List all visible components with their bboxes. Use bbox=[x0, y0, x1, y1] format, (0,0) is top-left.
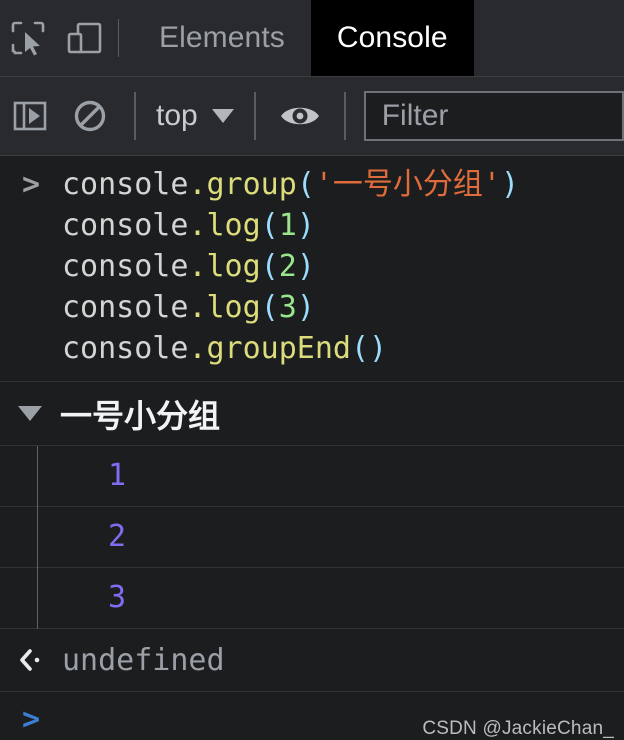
code-token: ) bbox=[501, 167, 520, 202]
input-gutter: > bbox=[0, 705, 62, 735]
code-token: 2 bbox=[278, 249, 297, 284]
code-token: ( bbox=[296, 167, 315, 202]
command-line: console.log(3) bbox=[62, 287, 624, 328]
code-token: .log bbox=[188, 290, 261, 325]
code-token: console bbox=[62, 331, 189, 366]
devtools-tabbar: Elements Console bbox=[0, 0, 624, 77]
command-line: console.group('一号小分组') bbox=[62, 164, 624, 205]
code-token: 3 bbox=[278, 290, 297, 325]
console-sidebar-icon[interactable] bbox=[0, 77, 60, 155]
console-toolbar: top Filter bbox=[0, 77, 624, 156]
live-expression-eye-icon[interactable] bbox=[270, 77, 330, 155]
console-log-row: 3 bbox=[0, 568, 624, 629]
code-token: .log bbox=[188, 208, 261, 243]
tab-console[interactable]: Console bbox=[310, 0, 474, 76]
command-source-lines: console.group('一号小分组') console.log(1) cons… bbox=[62, 164, 624, 369]
console-command-echo[interactable]: > console.group('一号小分组') console.log(1) co… bbox=[0, 156, 624, 382]
code-token: .group bbox=[188, 167, 297, 202]
chevron-down-icon bbox=[211, 109, 234, 123]
console-group-entries: 1 2 3 bbox=[0, 446, 624, 629]
inspect-element-icon[interactable] bbox=[0, 0, 56, 76]
console-toolbar-divider-2 bbox=[253, 92, 256, 140]
execution-context-label: top bbox=[156, 99, 198, 132]
code-token: .log bbox=[188, 249, 261, 284]
devtools-window: Elements Console top Filter > console.gr… bbox=[0, 0, 624, 740]
code-token: '一号小分组' bbox=[314, 167, 501, 202]
command-gutter: > bbox=[0, 164, 62, 369]
device-toolbar-icon[interactable] bbox=[56, 0, 112, 76]
code-token: ( bbox=[260, 208, 279, 243]
tab-elements[interactable]: Elements bbox=[133, 0, 311, 76]
execution-context-selector[interactable]: top bbox=[150, 99, 240, 133]
console-input-field[interactable] bbox=[62, 692, 624, 740]
code-token: console bbox=[62, 249, 189, 284]
console-result-row: undefined bbox=[0, 629, 624, 692]
code-token: ) bbox=[296, 290, 315, 325]
console-log-value: 2 bbox=[108, 519, 127, 554]
return-value-arrow-icon bbox=[0, 645, 62, 675]
code-token: 1 bbox=[278, 208, 297, 243]
console-toolbar-divider-1 bbox=[134, 92, 136, 140]
filter-input[interactable]: Filter bbox=[363, 91, 624, 141]
code-token: () bbox=[351, 331, 388, 366]
input-prompt-chevron-icon: > bbox=[21, 702, 41, 737]
code-token: .groupEnd bbox=[188, 331, 351, 366]
console-group-title: 一号小分组 bbox=[60, 397, 221, 434]
group-indent-guide bbox=[37, 446, 38, 629]
console-group-header[interactable]: 一号小分组 bbox=[0, 382, 624, 446]
command-line: console.log(2) bbox=[62, 246, 624, 287]
toolbar-divider bbox=[118, 19, 119, 57]
console-body: > console.group('一号小分组') console.log(1) co… bbox=[0, 156, 624, 740]
code-token: console bbox=[62, 167, 189, 202]
code-token: ) bbox=[296, 208, 315, 243]
code-token: ( bbox=[260, 290, 279, 325]
code-token: ) bbox=[296, 249, 315, 284]
code-token: console bbox=[62, 290, 189, 325]
command-line: console.log(1) bbox=[62, 205, 624, 246]
caret-down-icon[interactable] bbox=[18, 406, 42, 421]
console-result-value: undefined bbox=[62, 642, 225, 678]
console-log-value: 1 bbox=[108, 458, 127, 493]
command-prompt-chevron-icon: > bbox=[21, 167, 41, 202]
console-log-row: 2 bbox=[0, 507, 624, 568]
code-token: ( bbox=[260, 249, 279, 284]
clear-console-icon[interactable] bbox=[60, 77, 120, 155]
console-log-row: 1 bbox=[0, 446, 624, 507]
console-log-value: 3 bbox=[108, 580, 127, 615]
console-toolbar-divider-3 bbox=[343, 92, 346, 140]
code-token: console bbox=[62, 208, 189, 243]
filter-placeholder: Filter bbox=[381, 99, 449, 132]
command-line: console.groupEnd() bbox=[62, 328, 624, 369]
console-input-row[interactable]: > CSDN @JackieChan_ bbox=[0, 692, 624, 740]
